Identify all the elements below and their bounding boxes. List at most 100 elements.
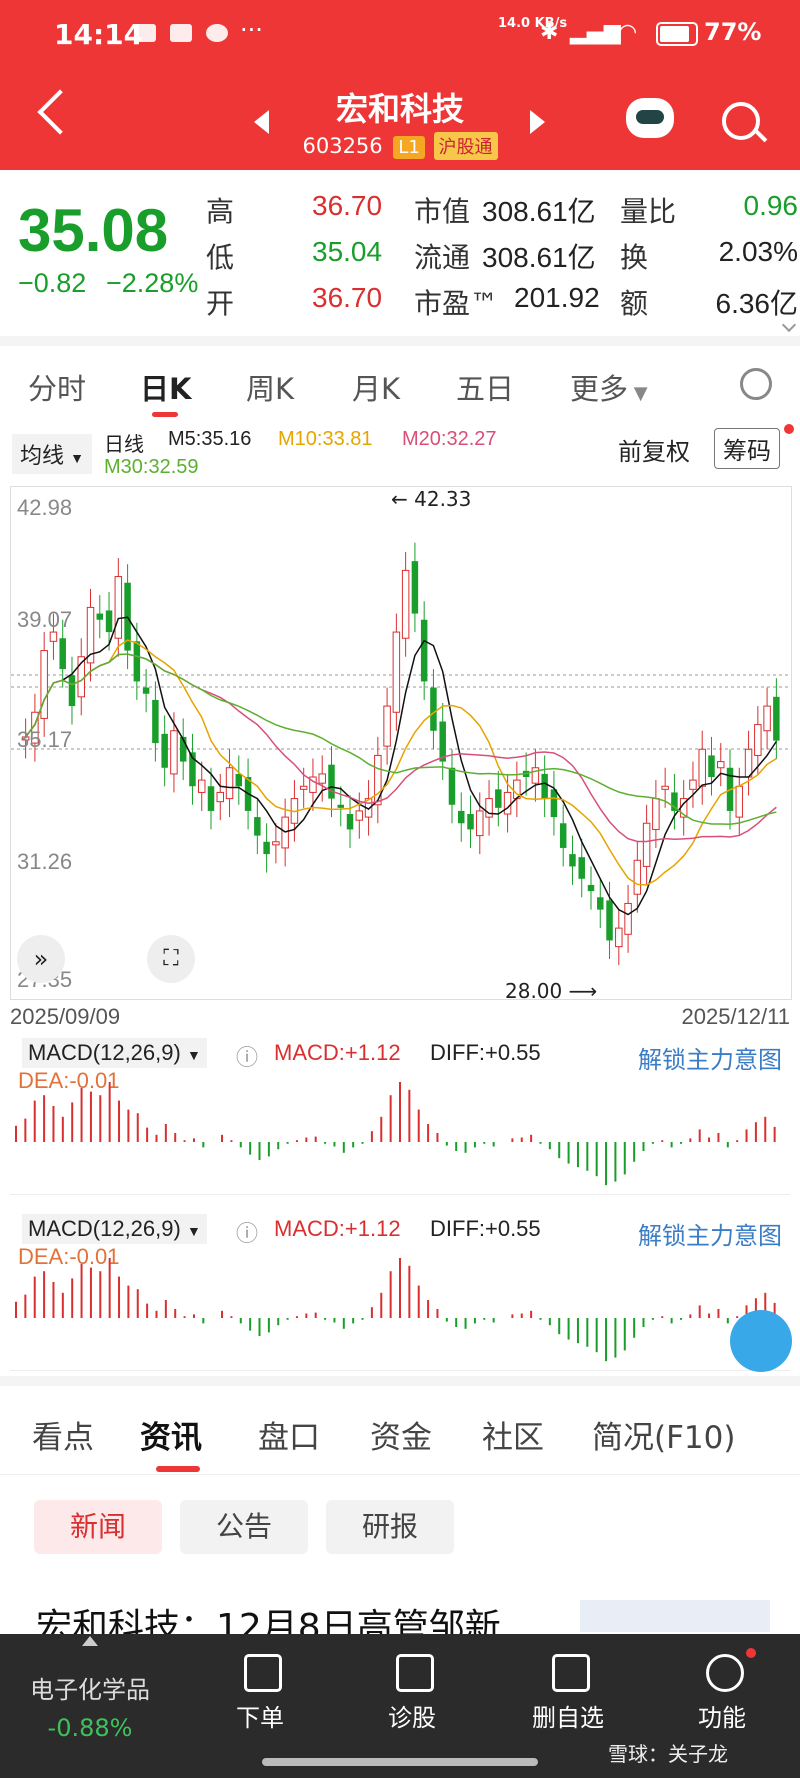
bottom-bar: 电子化学品 -0.88% 下单 诊股 删自选 功能 雪球：关子龙 xyxy=(0,1634,800,1778)
mcap-value: 308.61亿 xyxy=(482,196,596,227)
candle xyxy=(550,789,558,818)
macd-panel-2[interactable]: MACD(12,26,9) ▼ ⓘ MACD:+1.12 DIFF:+0.55 … xyxy=(10,1210,790,1371)
home-indicator[interactable] xyxy=(262,1758,538,1766)
tab-news[interactable]: 资讯 xyxy=(140,1412,202,1457)
low-value: 35.04 xyxy=(312,236,383,267)
candle xyxy=(152,699,159,744)
divider xyxy=(0,336,800,346)
divider xyxy=(0,1474,800,1475)
scroll-left-icon[interactable]: » xyxy=(17,935,65,983)
macd-selector-label: MACD(12,26,9) xyxy=(28,1040,181,1065)
candle xyxy=(569,854,576,867)
candle xyxy=(383,705,391,747)
candle xyxy=(225,767,234,800)
search-icon[interactable] xyxy=(722,102,760,140)
high-label: 高 xyxy=(206,195,235,228)
header: 14:14 ··· 14.0 KB/s ✱ ▂▄▆ ◠ 77% 宏和科技 603… xyxy=(0,0,800,170)
candle xyxy=(161,733,168,768)
amount-value: 6.36亿 xyxy=(715,288,799,319)
app-icon xyxy=(206,24,228,42)
sector-change: -0.88% xyxy=(47,1714,133,1742)
adjust-toggle[interactable]: 前复权 xyxy=(618,432,690,467)
candle xyxy=(559,823,567,848)
remove-watchlist-icon[interactable] xyxy=(552,1654,590,1692)
status-bar: 14:14 ··· 14.0 KB/s ✱ ▂▄▆ ◠ 77% xyxy=(0,0,800,66)
help-icon[interactable]: ⓘ xyxy=(236,1216,258,1248)
lightbulb-icon[interactable] xyxy=(730,1310,792,1372)
candle xyxy=(420,619,428,682)
diagnose-icon[interactable] xyxy=(396,1654,434,1692)
notify-dot xyxy=(784,424,794,434)
tab-more[interactable]: 更多 ▼ xyxy=(570,366,648,408)
chevron-down-icon: ▼ xyxy=(628,383,648,404)
turnover-label: 换 xyxy=(620,241,649,274)
sector-name[interactable]: 电子化学品 xyxy=(10,1670,170,1705)
chips-button[interactable]: 筹码 xyxy=(714,428,780,469)
candle xyxy=(207,786,215,811)
candle xyxy=(337,804,344,808)
candle xyxy=(105,610,113,633)
help-icon[interactable]: ⓘ xyxy=(236,1040,258,1072)
unlock-link[interactable]: 解锁主力意图 xyxy=(638,1216,782,1251)
active-tab-indicator xyxy=(156,1466,200,1472)
kline-svg xyxy=(11,542,791,966)
order-icon[interactable] xyxy=(244,1654,282,1692)
order-label[interactable]: 下单 xyxy=(220,1698,300,1733)
unlock-link[interactable]: 解锁主力意图 xyxy=(638,1040,782,1075)
x-start-date: 2025/09/09 xyxy=(10,1004,121,1029)
zhihu-icon xyxy=(170,24,192,42)
chip-news[interactable]: 新闻 xyxy=(34,1500,162,1554)
ma-line xyxy=(25,653,777,843)
level-badge: L1 xyxy=(393,136,425,159)
y-tick: 39.07 xyxy=(17,607,73,632)
news-thumbnail[interactable] xyxy=(580,1600,770,1632)
menu-icon[interactable] xyxy=(706,1654,744,1692)
tab-daily-k[interactable]: 日K xyxy=(140,366,191,408)
low-annotation: 28.00 ⟶ xyxy=(505,979,598,1003)
candle xyxy=(652,798,660,830)
candle xyxy=(689,779,697,790)
ma5-value: M5:35.16 xyxy=(168,428,252,450)
chip-research[interactable]: 研报 xyxy=(326,1500,454,1554)
tab-intraday[interactable]: 分时 xyxy=(28,366,86,408)
period-label: 日线 xyxy=(104,434,144,456)
signal-icon: ▂▄▆ xyxy=(570,20,621,45)
candle xyxy=(96,613,104,620)
prev-stock-icon[interactable] xyxy=(254,110,269,134)
next-stock-icon[interactable] xyxy=(530,110,545,134)
tab-f10[interactable]: 简况(F10) xyxy=(592,1412,735,1457)
function-label[interactable]: 功能 xyxy=(682,1698,762,1733)
low-annotation-value: 28.00 xyxy=(505,979,563,1003)
tab-orderbook[interactable]: 盘口 xyxy=(258,1412,320,1457)
ai-robot-icon[interactable] xyxy=(626,98,674,138)
tab-weekly-k[interactable]: 周K xyxy=(246,366,294,408)
macd-selector-label: MACD(12,26,9) xyxy=(28,1216,181,1241)
chevron-down-icon: ▼ xyxy=(186,1047,201,1063)
candle xyxy=(476,810,484,837)
tab-five-day[interactable]: 五日 xyxy=(456,366,514,408)
chip-announcements[interactable]: 公告 xyxy=(180,1500,308,1554)
settings-icon[interactable] xyxy=(740,368,772,400)
fullscreen-icon[interactable]: ⛶ xyxy=(147,935,195,983)
high-annotation-value: 42.33 xyxy=(414,487,472,511)
remove-watchlist-label[interactable]: 删自选 xyxy=(520,1698,616,1733)
kline-chart[interactable]: 42.98 39.07 35.17 31.26 27.35 ← 42.33 28… xyxy=(10,486,792,1003)
app-notify-icon xyxy=(134,24,156,42)
diagnose-label[interactable]: 诊股 xyxy=(372,1698,452,1733)
macd-panel-1[interactable]: MACD(12,26,9) ▼ ⓘ MACD:+1.12 DIFF:+0.55 … xyxy=(10,1034,790,1195)
tab-monthly-k[interactable]: 月K xyxy=(352,366,400,408)
candle xyxy=(40,650,48,719)
macd-selector[interactable]: MACD(12,26,9) ▼ xyxy=(22,1038,207,1068)
tab-community[interactable]: 社区 xyxy=(482,1412,544,1457)
more-notify-icon: ··· xyxy=(240,16,263,44)
candle xyxy=(578,857,585,879)
open-value: 36.70 xyxy=(312,282,383,313)
candle xyxy=(328,764,335,799)
candle xyxy=(299,785,308,790)
tab-capital[interactable]: 资金 xyxy=(370,1412,432,1457)
ma-selector[interactable]: 均线 ▼ xyxy=(12,434,92,474)
macd-selector[interactable]: MACD(12,26,9) ▼ xyxy=(22,1214,207,1244)
caret-up-icon xyxy=(82,1636,98,1646)
diff-value: DIFF:+0.55 xyxy=(430,1216,541,1241)
tab-highlights[interactable]: 看点 xyxy=(32,1412,94,1457)
